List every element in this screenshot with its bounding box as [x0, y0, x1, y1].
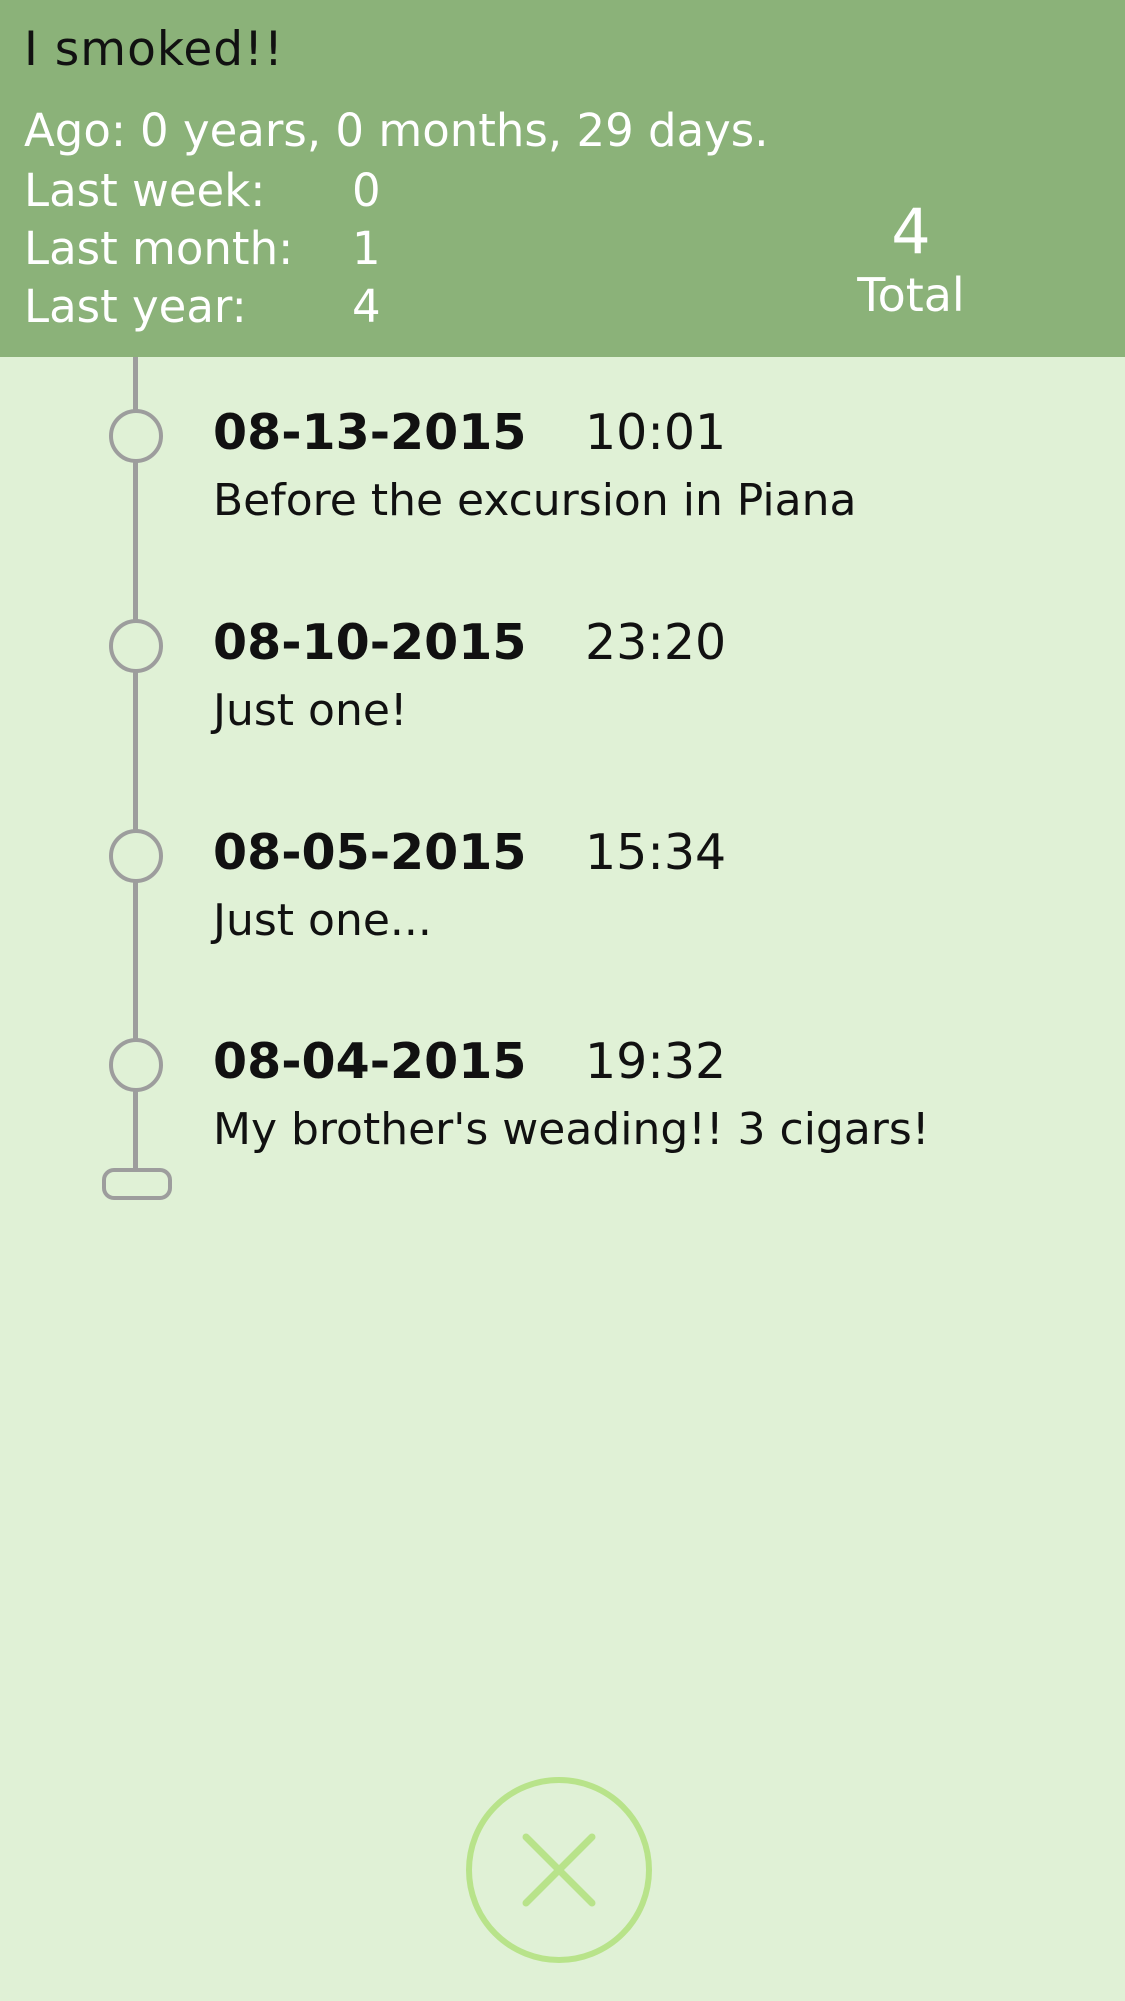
entry-time: 23:20	[585, 614, 727, 671]
entry-date: 08-10-2015	[213, 614, 527, 671]
total-label: Total	[857, 268, 965, 322]
ago-value: 0 years, 0 months, 29 days.	[140, 104, 769, 157]
entry-time: 10:01	[585, 404, 727, 461]
entry-time: 15:34	[585, 824, 727, 881]
summary-header: I smoked!! Ago: 0 years, 0 months, 29 day…	[0, 0, 1125, 357]
timeline-node	[109, 1038, 163, 1092]
page-title: I smoked!!	[24, 22, 284, 77]
timeline-node	[109, 829, 163, 883]
entry-date: 08-05-2015	[213, 824, 527, 881]
entry-date: 08-04-2015	[213, 1033, 527, 1090]
stat-value: 0	[352, 164, 381, 217]
entry-date: 08-13-2015	[213, 404, 527, 461]
ago-row: Ago: 0 years, 0 months, 29 days.	[24, 104, 769, 157]
entry-note: Just one!	[213, 685, 408, 736]
close-button[interactable]	[466, 1777, 652, 1963]
stat-last-year: Last year: 4	[24, 280, 381, 333]
entry-note: Just one...	[213, 895, 432, 946]
stat-label: Last year:	[24, 280, 247, 333]
ago-label: Ago:	[24, 104, 127, 157]
stat-label: Last week:	[24, 164, 266, 217]
timeline-node	[109, 409, 163, 463]
total-count: 4	[891, 195, 931, 268]
stat-last-month: Last month: 1	[24, 222, 381, 275]
entry-note: Before the excursion in Piana	[213, 475, 857, 526]
stat-value: 4	[352, 280, 381, 333]
entry-note: My brother's weading!! 3 cigars!	[213, 1104, 930, 1155]
stat-last-week: Last week: 0	[24, 164, 381, 217]
timeline-end-cap	[102, 1168, 172, 1200]
timeline-node	[109, 619, 163, 673]
entry-time: 19:32	[585, 1033, 727, 1090]
stat-label: Last month:	[24, 222, 294, 275]
close-icon	[522, 1833, 596, 1907]
stat-value: 1	[352, 222, 381, 275]
